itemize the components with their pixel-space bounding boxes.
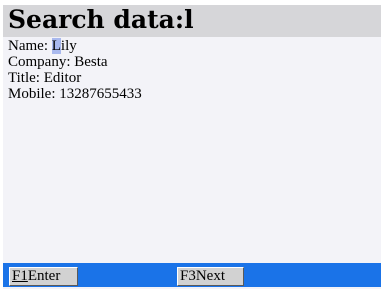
- device-screen: Search data:l Name: Lily Company: Besta …: [3, 5, 381, 289]
- field-company-label: Company:: [8, 54, 71, 70]
- field-mobile[interactable]: Mobile: 13287655433: [8, 86, 142, 102]
- field-title-label: Title:: [8, 70, 40, 86]
- next-button-label: Next: [195, 268, 226, 284]
- text-cursor: L: [51, 38, 61, 54]
- title-bar: Search data:l: [3, 5, 381, 37]
- field-company-value[interactable]: Besta: [74, 54, 107, 70]
- field-mobile-value[interactable]: 13287655433: [59, 86, 142, 102]
- record-fields: Name: Lily Company: Besta Title: Editor …: [8, 38, 142, 102]
- softkey-bar: F1Enter F3Next: [3, 263, 381, 287]
- field-title-value[interactable]: Editor: [44, 70, 82, 86]
- field-mobile-label: Mobile:: [8, 86, 56, 102]
- field-name-label: Name:: [8, 38, 48, 54]
- enter-button[interactable]: F1Enter: [9, 267, 78, 286]
- field-name[interactable]: Name: Lily: [8, 38, 142, 54]
- page-title: Search data:l: [8, 5, 194, 34]
- field-name-value[interactable]: ily: [61, 38, 77, 54]
- field-company[interactable]: Company: Besta: [8, 54, 142, 70]
- next-button[interactable]: F3Next: [177, 267, 244, 286]
- enter-key-label: F1: [12, 268, 28, 284]
- next-key-label: F3: [180, 268, 196, 284]
- field-title[interactable]: Title: Editor: [8, 70, 142, 86]
- enter-button-label: Enter: [27, 268, 61, 284]
